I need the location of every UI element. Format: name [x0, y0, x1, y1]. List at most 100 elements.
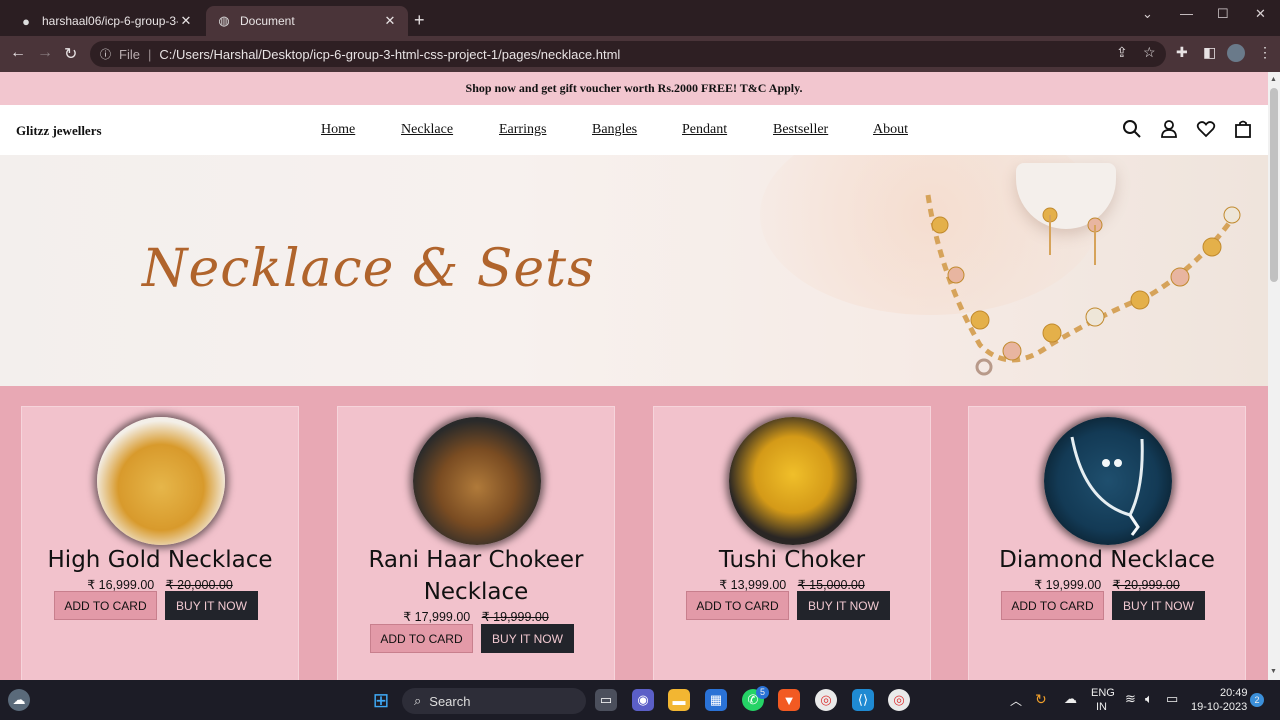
- extensions-icon[interactable]: ✚: [1176, 44, 1188, 61]
- tray-overflow-icon[interactable]: ︿: [1010, 692, 1022, 709]
- old-price: ₹ 20,999.00: [1112, 578, 1180, 592]
- file-explorer-icon[interactable]: ▬: [668, 689, 690, 711]
- scroll-down-arrow-icon[interactable]: ▼: [1270, 668, 1277, 675]
- whatsapp-badge: 5: [756, 686, 769, 699]
- page-scrollbar[interactable]: ▲ ▼: [1268, 72, 1280, 680]
- web-page: Shop now and get gift voucher worth Rs.2…: [0, 72, 1268, 680]
- bookmark-star-icon[interactable]: ☆: [1143, 44, 1156, 61]
- product-price: ₹ 17,999.00 ₹ 19,999.00: [338, 609, 614, 624]
- vscode-icon[interactable]: ⟨⟩: [852, 689, 874, 711]
- reload-icon[interactable]: ↻: [64, 44, 77, 64]
- language-top[interactable]: ENG: [1091, 687, 1115, 699]
- volume-icon[interactable]: 🔈︎: [1145, 691, 1153, 707]
- product-card: Rani Haar Chokeer Necklace ₹ 17,999.00 ₹…: [337, 406, 615, 680]
- product-name: Rani Haar Chokeer Necklace: [368, 547, 584, 605]
- brand-logo[interactable]: Glitzz jewellers: [16, 123, 102, 139]
- nav-necklace[interactable]: Necklace: [401, 122, 453, 138]
- globe-icon: ◍: [218, 13, 230, 28]
- add-to-cart-button[interactable]: ADD TO CARD: [370, 624, 473, 653]
- wifi-icon[interactable]: ≋: [1125, 691, 1136, 707]
- tab-github[interactable]: ● harshaal06/icp-6-group-3-html- ✕: [8, 6, 204, 36]
- close-window-button[interactable]: ✕: [1255, 6, 1266, 22]
- side-panel-icon[interactable]: ◧: [1203, 44, 1216, 61]
- chrome-active-icon[interactable]: ◎: [888, 689, 910, 711]
- teams-chat-icon[interactable]: ◉: [632, 689, 654, 711]
- product-card: High Gold Necklace ₹ 16,999.00 ₹ 20,000.…: [21, 406, 299, 680]
- hero-title: Necklace & Sets: [142, 239, 595, 299]
- nav-bangles[interactable]: Bangles: [592, 122, 637, 138]
- old-price: ₹ 20,000.00: [165, 578, 233, 592]
- add-to-cart-button[interactable]: ADD TO CARD: [54, 591, 157, 620]
- maximize-button[interactable]: ☐: [1217, 6, 1229, 22]
- browser-tab-bar: ● harshaal06/icp-6-group-3-html- ✕ ◍ Doc…: [0, 0, 1280, 36]
- nav-pendant[interactable]: Pendant: [682, 122, 727, 138]
- chrome-icon[interactable]: ◎: [815, 689, 837, 711]
- menu-kebab-icon[interactable]: ⋮: [1258, 44, 1272, 61]
- new-tab-button[interactable]: +: [414, 10, 425, 31]
- search-icon[interactable]: [1122, 119, 1142, 139]
- clock-date[interactable]: 19-10-2023: [1191, 701, 1247, 713]
- buy-now-button[interactable]: BUY IT NOW: [797, 591, 890, 620]
- profile-avatar[interactable]: [1227, 44, 1245, 62]
- url-scheme-label: File: [119, 46, 140, 62]
- back-icon[interactable]: ←: [10, 44, 26, 62]
- url-separator: |: [147, 46, 152, 62]
- close-tab-icon[interactable]: ✕: [178, 13, 194, 29]
- task-view-icon[interactable]: ▭: [595, 689, 617, 711]
- user-icon[interactable]: [1159, 119, 1179, 139]
- current-price: ₹ 17,999.00: [403, 610, 471, 624]
- address-bar[interactable]: ⓘ File | C:/Users/Harshal/Desktop/icp-6-…: [90, 41, 1166, 67]
- heart-icon[interactable]: [1196, 119, 1216, 139]
- tab-document[interactable]: ◍ Document ✕: [206, 6, 408, 36]
- taskbar-search-label: Search: [429, 693, 471, 709]
- minimize-button[interactable]: —: [1180, 6, 1193, 21]
- scroll-up-arrow-icon[interactable]: ▲: [1270, 76, 1277, 83]
- taskbar-search[interactable]: ⌕ Search: [402, 688, 586, 714]
- product-grid: High Gold Necklace ₹ 16,999.00 ₹ 20,000.…: [0, 386, 1268, 680]
- product-image[interactable]: [97, 417, 225, 545]
- buy-now-button[interactable]: BUY IT NOW: [481, 624, 574, 653]
- diamond-necklace-illustration: [1070, 436, 1144, 536]
- search-icon: ⌕: [414, 693, 422, 708]
- current-price: ₹ 13,999.00: [719, 578, 787, 592]
- product-name: Tushi Choker: [718, 547, 866, 573]
- site-header: Glitzz jewellers Home Necklace Earrings …: [0, 105, 1268, 155]
- nav-bestseller[interactable]: Bestseller: [773, 122, 828, 138]
- tab-title: harshaal06/icp-6-group-3-html-: [42, 14, 178, 28]
- tray-app-icon[interactable]: ↻: [1035, 691, 1047, 708]
- brave-browser-icon[interactable]: ▼: [778, 689, 800, 711]
- promo-banner: Shop now and get gift voucher worth Rs.2…: [0, 72, 1268, 105]
- scrollbar-thumb[interactable]: [1270, 88, 1278, 282]
- cloud-offline-icon[interactable]: ☁: [1064, 691, 1077, 707]
- battery-icon[interactable]: ▭: [1166, 691, 1178, 707]
- current-price: ₹ 16,999.00: [87, 578, 155, 592]
- windows-start-icon[interactable]: ⊞: [370, 689, 392, 712]
- nav-about[interactable]: About: [873, 122, 908, 138]
- tab-search-icon[interactable]: ⌄: [1142, 6, 1153, 22]
- url-text: C:/Users/Harshal/Desktop/icp-6-group-3-h…: [159, 46, 621, 62]
- product-card: Tushi Choker ₹ 13,999.00 ₹ 15,000.00 ADD…: [653, 406, 931, 680]
- info-icon[interactable]: ⓘ: [100, 46, 111, 62]
- buy-now-button[interactable]: BUY IT NOW: [1112, 591, 1205, 620]
- buy-now-button[interactable]: BUY IT NOW: [165, 591, 258, 620]
- product-image[interactable]: [729, 417, 857, 545]
- microsoft-store-icon[interactable]: ▦: [705, 689, 727, 711]
- forward-icon[interactable]: →: [37, 44, 53, 62]
- nav-home[interactable]: Home: [321, 122, 355, 138]
- close-tab-icon[interactable]: ✕: [382, 13, 398, 29]
- share-icon[interactable]: ⇪: [1116, 44, 1128, 61]
- product-price: ₹ 13,999.00 ₹ 15,000.00: [654, 577, 930, 592]
- nav-earrings[interactable]: Earrings: [499, 122, 546, 138]
- notification-badge[interactable]: 2: [1250, 693, 1264, 707]
- bag-icon[interactable]: [1233, 119, 1253, 139]
- product-image[interactable]: [1044, 417, 1172, 545]
- weather-widget-icon[interactable]: ☁: [8, 689, 30, 711]
- add-to-cart-button[interactable]: ADD TO CARD: [1001, 591, 1104, 620]
- windows-taskbar: ☁ ⊞ ▭ ◉ ▬ ▦ ✆ 5 ▼ ◎ ⟨⟩ ◎ ︿ ↻ ☁ ENG IN ≋ …: [0, 680, 1280, 720]
- product-image[interactable]: [413, 417, 541, 545]
- add-to-cart-button[interactable]: ADD TO CARD: [686, 591, 789, 620]
- github-icon: ●: [22, 13, 30, 29]
- product-price: ₹ 16,999.00 ₹ 20,000.00: [22, 577, 298, 592]
- clock-time[interactable]: 20:49: [1220, 687, 1248, 699]
- language-bottom[interactable]: IN: [1096, 701, 1107, 713]
